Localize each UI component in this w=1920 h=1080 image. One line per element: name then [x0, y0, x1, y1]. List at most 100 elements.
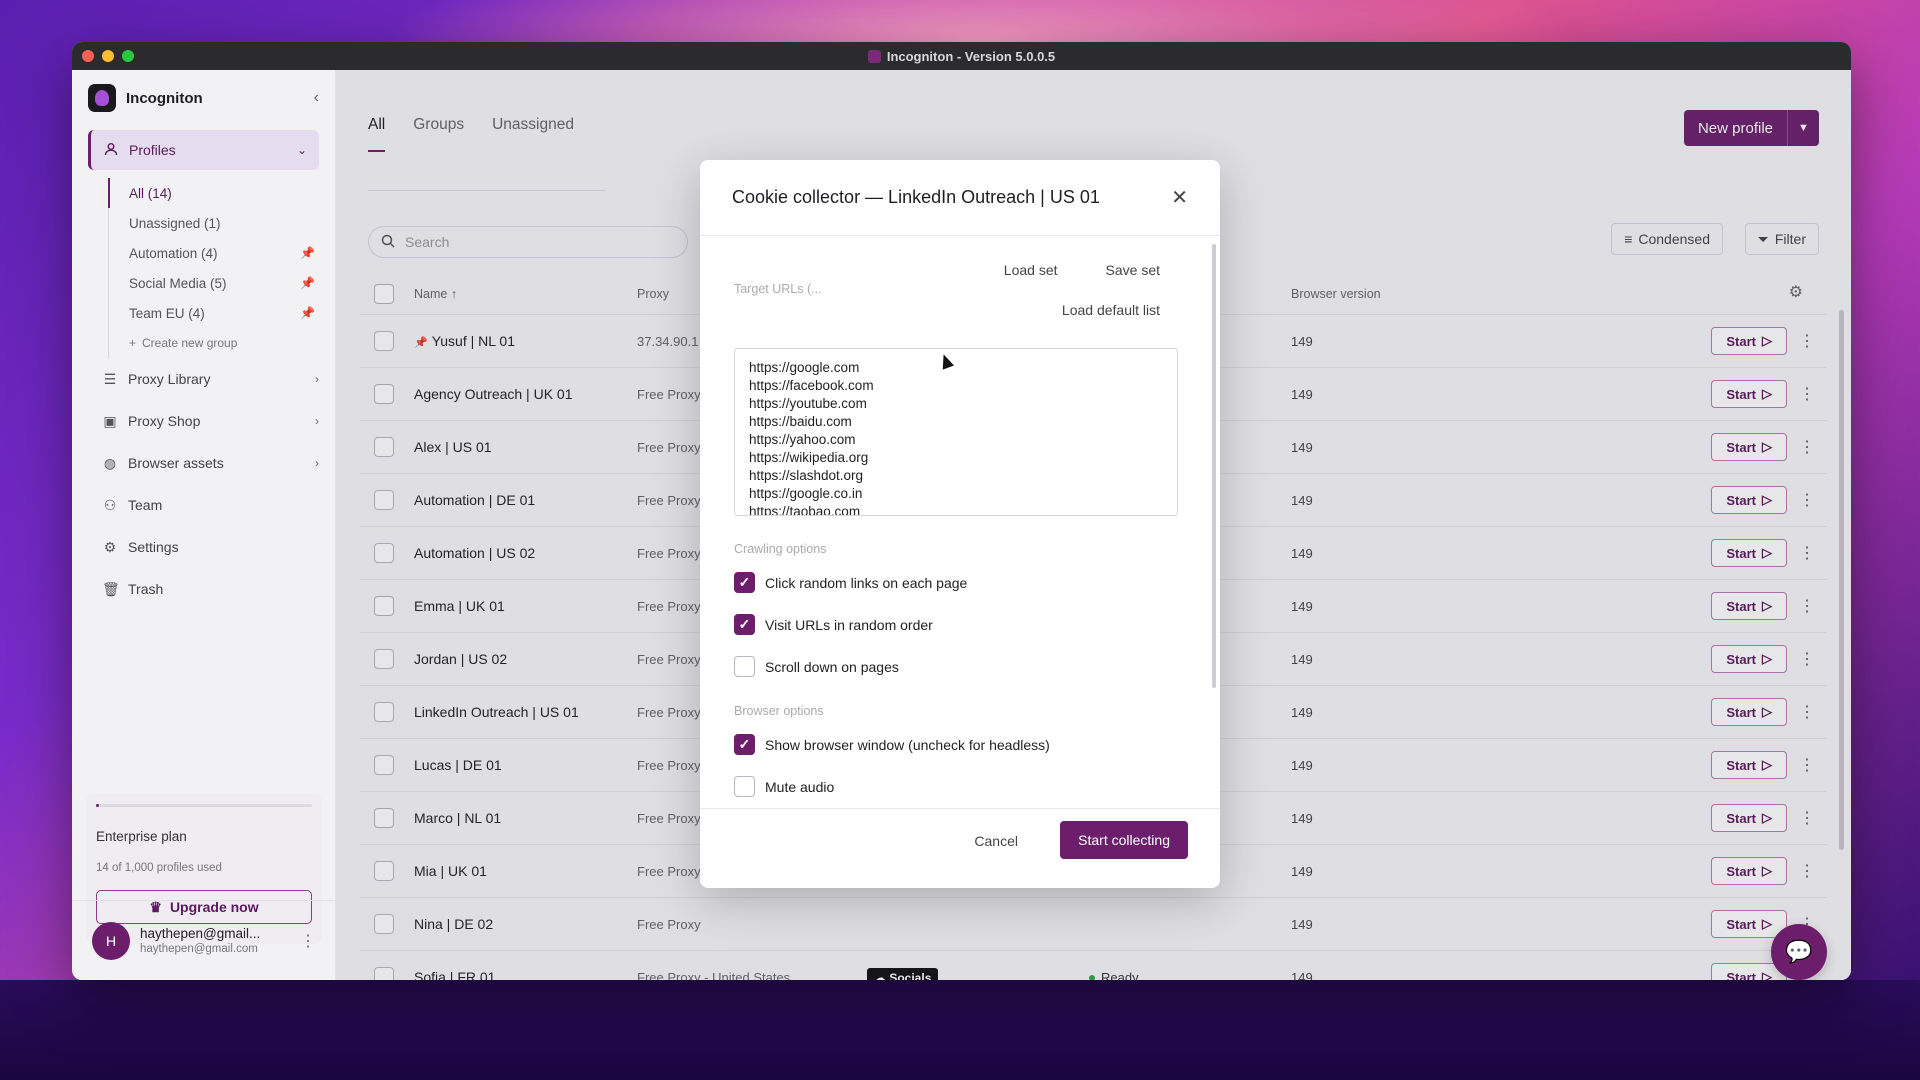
chevron-right-icon: › [315, 372, 319, 386]
url-line: https://google.com [749, 360, 860, 375]
group-item-unassigned[interactable]: Unassigned (1) [109, 208, 335, 238]
group-item-automation[interactable]: Automation (4) 📌 [109, 238, 335, 268]
sidebar-item-label: Trash [128, 581, 164, 597]
option-label: Scroll down on pages [765, 658, 899, 675]
pin-icon[interactable]: 📌 [300, 276, 315, 290]
sidebar-item-trash[interactable]: 🗑 Trash [72, 568, 335, 610]
sidebar-item-label: Browser assets [128, 455, 224, 471]
app-logo-icon [867, 49, 881, 63]
group-label: Team EU (4) [129, 305, 205, 321]
checkbox-unchecked[interactable] [734, 656, 755, 677]
sidebar: Incogniton ‹ Profiles ⌄ All (14) Unassig… [72, 70, 336, 980]
titlebar: Incogniton - Version 5.0.0.5 [72, 42, 1851, 70]
user-icon [103, 142, 119, 159]
target-urls-textarea[interactable]: https://google.com https://facebook.com ht… [734, 348, 1178, 516]
option-click-random-links[interactable]: ✓ Click random links on each page [734, 572, 967, 593]
option-show-browser-window[interactable]: ✓ Show browser window (uncheck for headl… [734, 734, 1050, 755]
close-icon[interactable]: ✕ [1171, 185, 1188, 210]
brand-logo-icon [88, 84, 116, 112]
sidebar-item-proxy-shop[interactable]: ▣ Proxy Shop › [72, 400, 335, 442]
sidebar-item-team[interactable]: ⚇ Team [72, 484, 335, 526]
start-collecting-button[interactable]: Start collecting [1060, 821, 1188, 859]
group-item-social-media[interactable]: Social Media (5) 📌 [109, 268, 335, 298]
more-vertical-icon[interactable]: ⋮ [300, 931, 316, 951]
option-label: Mute audio [765, 778, 835, 795]
url-line: https://facebook.com [749, 378, 874, 393]
sidebar-item-label: Team [128, 497, 163, 513]
zoom-window-button[interactable] [122, 50, 134, 62]
checkbox-unchecked[interactable] [734, 776, 755, 797]
group-item-team-eu[interactable]: Team EU (4) 📌 [109, 298, 335, 328]
list-icon: ☰ [103, 370, 117, 387]
plan-name: Enterprise plan [96, 829, 187, 844]
sidebar-item-label: Proxy Shop [128, 413, 201, 429]
gear-icon: ⚙ [103, 538, 117, 555]
brand: Incogniton ‹ [72, 70, 335, 126]
plan-usage-fill [96, 804, 100, 807]
option-random-order[interactable]: ✓ Visit URLs in random order [734, 614, 933, 635]
close-window-button[interactable] [82, 50, 94, 62]
url-line: https://google.co.in [749, 486, 863, 501]
sidebar-item-label: Profiles [129, 142, 176, 158]
modal-body: Load set Save set Target URLs (... Load … [700, 242, 1220, 807]
url-line: https://yahoo.com [749, 432, 856, 447]
load-default-list-button[interactable]: Load default list [1062, 302, 1160, 318]
group-label: Automation (4) [129, 245, 218, 261]
modal-footer: Cancel Start collecting [700, 808, 1220, 888]
sidebar-item-browser-assets[interactable]: ◍ Browser assets › [72, 442, 335, 484]
user-email: haythepen@gmail.com [140, 943, 258, 955]
plus-icon: + [129, 336, 137, 350]
pin-icon[interactable]: 📌 [300, 306, 315, 320]
load-set-button[interactable]: Load set [1004, 262, 1058, 278]
browser-options-label: Browser options [734, 704, 824, 718]
globe-icon: ◍ [103, 454, 117, 471]
option-mute-audio[interactable]: Mute audio [734, 776, 834, 797]
checkbox-checked[interactable]: ✓ [734, 734, 755, 755]
group-item-all[interactable]: All (14) [108, 178, 335, 208]
modal-header: Cookie collector — LinkedIn Outreach | U… [700, 160, 1220, 236]
create-group-button[interactable]: + Create new group [109, 328, 335, 358]
avatar: H [92, 921, 130, 960]
checkbox-checked[interactable]: ✓ [734, 614, 755, 635]
sidebar-item-label: Proxy Library [128, 371, 211, 387]
sidebar-item-profiles[interactable]: Profiles ⌄ [88, 130, 319, 170]
user-name: haythepen@gmail... [140, 926, 261, 941]
url-line: https://wikipedia.org [749, 450, 869, 465]
chevron-right-icon: › [315, 414, 319, 428]
minimize-window-button[interactable] [102, 50, 114, 62]
chevron-down-icon: ⌄ [296, 143, 307, 157]
sidebar-item-proxy-library[interactable]: ☰ Proxy Library › [72, 358, 335, 400]
url-line: https://taobao.com [749, 504, 861, 516]
group-list: All (14) Unassigned (1) Automation (4) 📌 … [108, 178, 335, 358]
group-label: All (14) [129, 185, 172, 201]
group-label: Social Media (5) [129, 275, 227, 291]
create-group-label: Create new group [142, 336, 238, 350]
crawling-options-label: Crawling options [734, 542, 827, 556]
sidebar-item-settings[interactable]: ⚙ Settings [72, 526, 335, 568]
chat-support-button[interactable]: 💬 [1771, 924, 1827, 980]
save-set-button[interactable]: Save set [1106, 262, 1160, 278]
set-links: Load set Save set [1004, 262, 1160, 278]
brand-name: Incogniton [126, 89, 203, 107]
checkbox-checked[interactable]: ✓ [734, 572, 755, 593]
plan-usage-bar [96, 804, 312, 807]
sidebar-item-label: Settings [128, 539, 179, 555]
url-line: https://slashdot.org [749, 468, 864, 483]
url-line: https://youtube.com [749, 396, 867, 411]
window-title: Incogniton - Version 5.0.0.5 [886, 48, 1056, 64]
pin-icon[interactable]: 📌 [300, 246, 315, 260]
group-label: Unassigned (1) [129, 215, 221, 231]
url-line: https://baidu.com [749, 414, 852, 429]
option-scroll-down[interactable]: Scroll down on pages [734, 656, 899, 677]
window-controls [82, 50, 134, 62]
chevron-right-icon: › [315, 456, 319, 470]
cancel-button[interactable]: Cancel [974, 833, 1018, 849]
user-block[interactable]: H haythepen@gmail... haythepen@gmail.com… [72, 900, 336, 980]
shop-icon: ▣ [103, 412, 117, 429]
plan-usage-text: 14 of 1,000 profiles used [96, 862, 222, 874]
chat-icon: 💬 [1785, 939, 1813, 964]
collapse-sidebar-icon[interactable]: ‹ [314, 89, 319, 107]
modal-title: Cookie collector — LinkedIn Outreach | U… [732, 187, 1100, 207]
wallpaper-bottom [0, 980, 1920, 1080]
target-urls-label: Target URLs (... [734, 282, 822, 296]
